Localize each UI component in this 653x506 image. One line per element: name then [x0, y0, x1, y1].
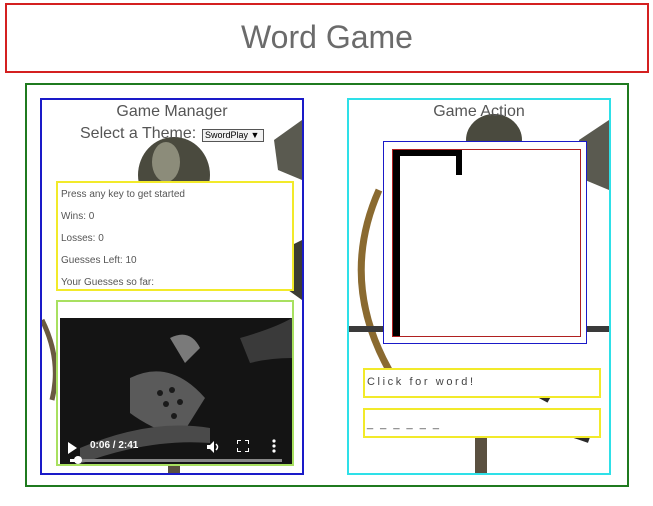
fullscreen-icon[interactable] — [237, 440, 249, 452]
guesses-left: Guesses Left: 10 — [61, 255, 137, 266]
losses-count: Losses: 0 — [61, 233, 104, 244]
game-stats-box: Press any key to get started Wins: 0 Los… — [56, 181, 294, 291]
start-prompt: Press any key to get started — [61, 189, 185, 200]
word-prompt-text: Click for word! — [367, 376, 476, 388]
game-action-title: Game Action — [433, 103, 525, 120]
wins-count: Wins: 0 — [61, 211, 95, 222]
game-manager-title: Game Manager — [116, 103, 228, 120]
video-container: 0:06 / 2:41 — [56, 300, 294, 466]
video-progress-bar[interactable] — [70, 456, 282, 464]
video-time: 0:06 / 2:41 — [90, 440, 139, 451]
gallows-rope — [456, 150, 462, 175]
video-progress-knob[interactable] — [73, 456, 82, 464]
gallows-post — [393, 150, 400, 336]
gallows-beam — [393, 150, 461, 156]
video-controls: 0:06 / 2:41 — [60, 432, 292, 464]
word-display-box: _ _ _ _ _ _ — [363, 408, 601, 438]
play-icon[interactable] — [68, 442, 77, 454]
game-manager-panel: Game Manager Select a Theme: SwordPlay ▼… — [40, 98, 304, 475]
theme-select[interactable]: SwordPlay ▼ — [202, 129, 264, 142]
video-player[interactable]: 0:06 / 2:41 — [60, 318, 292, 464]
guesses-so-far: Your Guesses so far: — [61, 277, 155, 288]
word-blanks: _ _ _ _ _ _ — [367, 418, 441, 430]
more-options-icon[interactable] — [272, 438, 276, 454]
hangman-canvas — [392, 149, 581, 337]
page-title: Word Game — [241, 19, 413, 55]
game-action-panel: Game Action Click for word! _ _ _ _ _ _ — [347, 98, 611, 475]
volume-icon[interactable] — [206, 440, 220, 454]
word-prompt-box[interactable]: Click for word! — [363, 368, 601, 398]
title-banner: Word Game — [5, 3, 649, 73]
theme-label: Select a Theme: — [80, 125, 197, 142]
hangman-canvas-frame — [383, 141, 587, 344]
